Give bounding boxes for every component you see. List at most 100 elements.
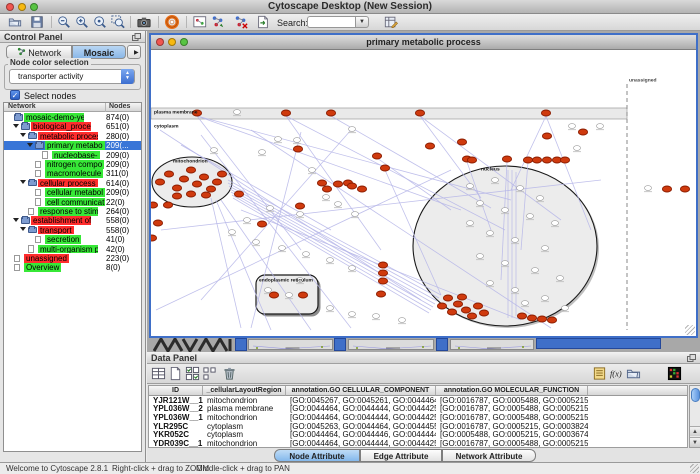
tree-row-overview[interactable]: Overview8(0) <box>4 263 141 272</box>
table-row[interactable]: YDR039C__1mitochondrion[GO:0044464, GO:0… <box>149 440 687 448</box>
tree-row-cell-communicat[interactable]: cell communicat22(0) <box>4 197 141 206</box>
background-window-corner[interactable] <box>436 338 448 351</box>
new-attribute-button[interactable] <box>167 366 184 382</box>
zoom-out-button[interactable] <box>56 15 72 30</box>
network-node-highlighted[interactable] <box>295 203 304 209</box>
window-resize-grip[interactable] <box>685 325 695 335</box>
network-node-unhighlighted[interactable] <box>259 150 266 155</box>
tab-node-attribute-browser[interactable]: Node Attribute Browser <box>274 449 360 462</box>
network-node-unhighlighted[interactable] <box>352 212 359 217</box>
network-node-highlighted[interactable] <box>172 185 181 191</box>
network-node-highlighted[interactable] <box>164 171 173 177</box>
table-row[interactable]: YKR052Ccytoplasm[GO:0044464, GO:0044446,… <box>149 431 687 440</box>
tab-network-attribute-browser[interactable]: Network Attribute Browser <box>442 449 536 462</box>
network-node-highlighted[interactable] <box>376 291 385 297</box>
create-view-button[interactable] <box>210 15 226 30</box>
network-node-highlighted[interactable] <box>192 181 201 187</box>
network-node-highlighted[interactable] <box>298 292 307 298</box>
network-node-highlighted[interactable] <box>347 183 356 189</box>
expand-arrow-icon[interactable] <box>20 180 26 184</box>
network-node-unhighlighted[interactable] <box>323 195 330 200</box>
network-node-highlighted[interactable] <box>542 157 551 163</box>
network-node-highlighted[interactable] <box>380 165 389 171</box>
network-node-unhighlighted[interactable] <box>327 258 334 263</box>
network-node-unhighlighted[interactable] <box>373 314 380 319</box>
tree-row-transport[interactable]: transport558(0) <box>4 225 141 234</box>
tree-row-biological-process[interactable]: biological_process651(0) <box>4 122 141 131</box>
table-column-header[interactable]: _cellularLayoutRegion <box>203 386 286 396</box>
network-node-unhighlighted[interactable] <box>286 293 293 298</box>
network-node-highlighted[interactable] <box>457 139 466 145</box>
float-panel-icon[interactable] <box>687 354 696 362</box>
network-node-highlighted[interactable] <box>443 295 452 301</box>
network-canvas[interactable]: plasma membranecytoplasmmitochondrionnuc… <box>151 50 696 336</box>
network-node-unhighlighted[interactable] <box>487 281 494 286</box>
network-node-highlighted[interactable] <box>201 192 210 198</box>
zoom-in-button[interactable] <box>74 15 90 30</box>
network-node-highlighted[interactable] <box>517 313 526 319</box>
scrollbar-thumb[interactable] <box>691 388 700 402</box>
network-node-unhighlighted[interactable] <box>244 218 251 223</box>
network-node-highlighted[interactable] <box>479 310 488 316</box>
network-node-unhighlighted[interactable] <box>477 201 484 206</box>
network-node-unhighlighted[interactable] <box>542 246 549 251</box>
birdseye-button[interactable] <box>192 15 208 30</box>
network-node-unhighlighted[interactable] <box>265 288 272 293</box>
network-node-highlighted[interactable] <box>560 157 569 163</box>
network-node-unhighlighted[interactable] <box>399 318 406 323</box>
network-node-highlighted[interactable] <box>378 270 387 276</box>
network-node-highlighted[interactable] <box>151 202 158 208</box>
network-node-unhighlighted[interactable] <box>294 138 301 143</box>
network-node-highlighted[interactable] <box>234 191 243 197</box>
network-node-unhighlighted[interactable] <box>234 110 241 115</box>
network-node-unhighlighted[interactable] <box>335 202 342 207</box>
network-node-unhighlighted[interactable] <box>267 206 274 211</box>
network-node-highlighted[interactable] <box>151 235 157 241</box>
search-input[interactable] <box>307 16 355 28</box>
network-node-highlighted[interactable] <box>186 167 195 173</box>
network-node-highlighted[interactable] <box>372 153 381 159</box>
network-node-highlighted[interactable] <box>537 316 546 322</box>
network-node-highlighted[interactable] <box>457 294 466 300</box>
help-button[interactable] <box>164 15 180 30</box>
attribute-table[interactable]: ID_cellularLayoutRegionannotation.GO CEL… <box>148 385 688 448</box>
network-node-highlighted[interactable] <box>467 157 476 163</box>
background-window-preview[interactable] <box>450 339 534 350</box>
network-view-window[interactable]: primary metabolic process plasma membran… <box>149 33 698 338</box>
network-node-highlighted[interactable] <box>378 278 387 284</box>
network-node-unhighlighted[interactable] <box>597 124 604 129</box>
table-mode-button[interactable] <box>150 366 167 382</box>
network-node-highlighted[interactable] <box>322 186 331 192</box>
select-attributes-button[interactable] <box>184 366 201 382</box>
network-node-unhighlighted[interactable] <box>574 146 581 151</box>
network-node-unhighlighted[interactable] <box>349 266 356 271</box>
delete-attribute-button[interactable] <box>221 366 238 382</box>
tab-edge-attribute-browser[interactable]: Edge Attribute Browser <box>360 449 442 462</box>
attribute-editor-button[interactable] <box>591 366 608 382</box>
scroll-up-icon[interactable]: ▲ <box>690 426 700 436</box>
tree-row-nitrogen-compo[interactable]: nitrogen compo209(0) <box>4 160 141 169</box>
tree-row-response-to-stimulu[interactable]: response to stimulu264(0) <box>4 207 141 216</box>
network-node-unhighlighted[interactable] <box>492 178 499 183</box>
app-resize-grip[interactable] <box>690 464 699 473</box>
network-node-unhighlighted[interactable] <box>467 221 474 226</box>
tab-network[interactable]: Network <box>6 45 72 59</box>
zoom-selected-button[interactable] <box>110 15 126 30</box>
network-node-highlighted[interactable] <box>257 221 266 227</box>
network-node-unhighlighted[interactable] <box>327 306 334 311</box>
unselect-attributes-button[interactable] <box>201 366 218 382</box>
tree-row-metabolic-process[interactable]: metabolic process280(0) <box>4 131 141 140</box>
network-node-highlighted[interactable] <box>532 157 541 163</box>
node-color-dropdown[interactable]: transporter activity ▲▼ <box>9 69 135 84</box>
network-node-unhighlighted[interactable] <box>557 276 564 281</box>
background-window-preview[interactable] <box>248 339 333 350</box>
tree-row-establishment-of-lo[interactable]: establishment of lo558(0) <box>4 216 141 225</box>
network-node-highlighted[interactable] <box>437 303 446 309</box>
network-node-unhighlighted[interactable] <box>275 137 282 142</box>
table-row[interactable]: YPL036W__2plasma membrane[GO:0044464, GO… <box>149 405 687 414</box>
network-node-unhighlighted[interactable] <box>309 168 316 173</box>
network-node-unhighlighted[interactable] <box>502 208 509 213</box>
network-node-highlighted[interactable] <box>179 176 188 182</box>
network-node-highlighted[interactable] <box>212 179 221 185</box>
function-builder-button[interactable]: f(x) <box>608 366 625 382</box>
